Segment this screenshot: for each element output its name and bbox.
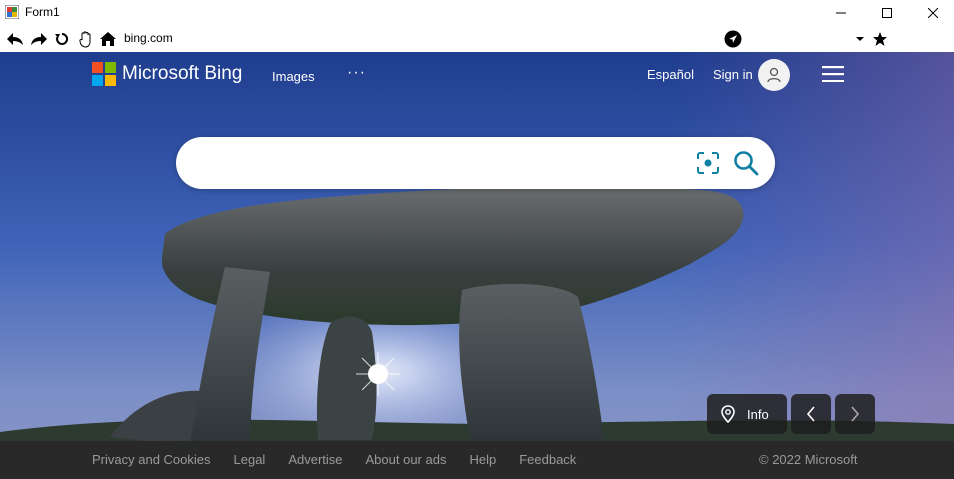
home-icon xyxy=(100,32,116,46)
favorite-star-icon[interactable] xyxy=(872,31,888,47)
nav-images-link[interactable]: Images xyxy=(272,69,315,84)
navigate-icon[interactable] xyxy=(724,30,742,48)
browser-toolbar: bing.com xyxy=(0,26,954,52)
minimize-icon xyxy=(836,12,846,14)
user-icon xyxy=(767,67,781,83)
location-pin-icon xyxy=(721,405,735,423)
logo-square-yellow xyxy=(105,75,116,86)
footer-link-feedback[interactable]: Feedback xyxy=(519,452,576,467)
footer: Privacy and Cookies Legal Advertise Abou… xyxy=(0,441,954,479)
footer-link-legal[interactable]: Legal xyxy=(234,452,266,467)
search-icon[interactable] xyxy=(733,150,759,176)
logo-square-red xyxy=(92,62,103,73)
address-text[interactable]: bing.com xyxy=(124,31,173,45)
back-icon xyxy=(7,33,23,45)
chevron-right-icon xyxy=(851,406,860,422)
dropdown-arrow-icon[interactable] xyxy=(856,34,864,44)
footer-link-advertise[interactable]: Advertise xyxy=(288,452,342,467)
forward-button[interactable] xyxy=(29,29,49,49)
search-box xyxy=(176,137,775,189)
chevron-left-icon xyxy=(806,406,815,422)
footer-links: Privacy and Cookies Legal Advertise Abou… xyxy=(92,452,599,467)
pan-button[interactable] xyxy=(76,29,96,49)
footer-link-help[interactable]: Help xyxy=(469,452,496,467)
window-titlebar: Form1 xyxy=(0,0,954,26)
minimize-button[interactable] xyxy=(818,0,864,26)
brand-name: Microsoft Bing xyxy=(122,63,243,84)
info-label: Info xyxy=(747,406,769,422)
sign-in-link[interactable]: Sign in xyxy=(713,67,753,82)
app-icon xyxy=(5,5,19,19)
visual-search-icon[interactable] xyxy=(696,151,720,175)
close-button[interactable] xyxy=(910,0,954,26)
back-button[interactable] xyxy=(5,29,25,49)
search-input[interactable] xyxy=(196,147,696,179)
microsoft-logo-icon xyxy=(92,62,116,86)
avatar[interactable] xyxy=(758,59,790,91)
image-info-button[interactable]: Info xyxy=(707,394,787,434)
menu-icon[interactable] xyxy=(822,66,844,82)
refresh-icon xyxy=(55,32,69,45)
previous-image-button[interactable] xyxy=(791,394,831,434)
web-content: Microsoft Bing Images ··· Español Sign i… xyxy=(0,52,954,479)
language-link[interactable]: Español xyxy=(647,67,694,82)
maximize-icon xyxy=(882,8,892,18)
next-image-button[interactable] xyxy=(835,394,875,434)
footer-link-about-ads[interactable]: About our ads xyxy=(366,452,447,467)
footer-link-privacy[interactable]: Privacy and Cookies xyxy=(92,452,211,467)
logo-square-green xyxy=(105,62,116,73)
hand-icon xyxy=(79,30,91,48)
bing-logo[interactable]: Microsoft Bing xyxy=(92,62,242,86)
copyright-text: © 2022 Microsoft xyxy=(759,452,858,467)
maximize-button[interactable] xyxy=(864,0,910,26)
nav-more-button[interactable]: ··· xyxy=(347,64,366,82)
logo-square-blue xyxy=(92,75,103,86)
close-icon xyxy=(928,8,938,18)
home-button[interactable] xyxy=(98,29,118,49)
refresh-button[interactable] xyxy=(52,29,72,49)
window-title: Form1 xyxy=(25,5,60,19)
forward-icon xyxy=(31,33,47,45)
